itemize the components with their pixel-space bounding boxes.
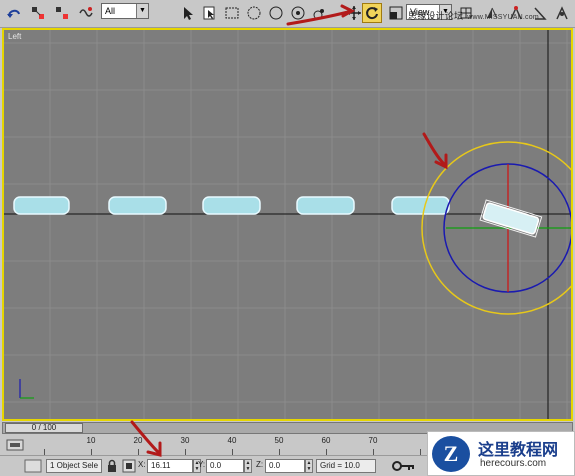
capsule-object	[108, 196, 167, 215]
capsule-object	[13, 196, 70, 215]
unlink-icon[interactable]	[52, 3, 72, 23]
ruler-label: 70	[368, 436, 378, 445]
select-by-name-icon[interactable]	[200, 3, 220, 23]
ruler-label: 40	[227, 436, 237, 445]
circle-region-icon[interactable]	[244, 3, 264, 23]
select-link-icon[interactable]	[28, 3, 48, 23]
capsule-object	[391, 196, 450, 215]
frame-ruler[interactable]: 10 20 30 40 50 60 70	[44, 435, 424, 455]
time-slider-thumb[interactable]: 0 / 100	[5, 423, 83, 433]
undo-icon[interactable]	[4, 3, 24, 23]
site-title: 这里教程网	[478, 442, 559, 459]
selection-filter-dropdown[interactable]: All ▼	[101, 3, 149, 19]
watermark-site: www.MISSYUAN.com	[467, 14, 539, 21]
site-url: herecours.com	[480, 458, 547, 469]
watermark-text: 思缘设计论坛	[408, 11, 464, 21]
grid-status: Grid = 10.0	[316, 459, 376, 473]
bind-space-warp-icon[interactable]	[76, 3, 96, 23]
z-spinner[interactable]: ▲ ▼	[305, 459, 313, 473]
y-coordinate-field[interactable]: 0.0	[206, 459, 244, 473]
frame-display: 0 / 100	[31, 423, 57, 432]
watermark: 思缘设计论坛 www.MISSYUAN.com	[408, 9, 539, 22]
capsule-objects	[13, 196, 450, 215]
y-spinner[interactable]: ▲ ▼	[244, 459, 252, 473]
selection-filter-value: All	[105, 6, 116, 16]
selection-status: 1 Object Sele	[46, 459, 102, 473]
key-icon[interactable]	[392, 459, 416, 473]
select-object-icon[interactable]	[178, 3, 198, 23]
site-logo: Z 这里教程网 herecours.com	[427, 431, 575, 476]
main-toolbar: All ▼ View ▼ 思缘设计论坛 www.MISSYUAN.com	[0, 0, 575, 28]
logo-mark: Z	[432, 436, 470, 472]
viewport-label[interactable]: Left	[8, 32, 21, 41]
percent-snap-icon[interactable]	[552, 3, 572, 23]
annotation-arrow-bottom	[130, 420, 162, 457]
left-viewport[interactable]: Left	[2, 28, 573, 421]
maxscript-icon[interactable]	[24, 459, 42, 473]
lock-icon[interactable]	[105, 459, 119, 473]
annotation-arrow-right	[422, 132, 446, 166]
scale-icon[interactable]	[386, 3, 406, 23]
axis-tripod-icon	[19, 379, 34, 399]
annotation-arrow-top	[286, 4, 356, 26]
ruler-label: 50	[274, 436, 284, 445]
rect-region-icon[interactable]	[222, 3, 242, 23]
ruler-label: 10	[86, 436, 96, 445]
capsule-object	[202, 196, 261, 215]
y-label: Y:	[198, 460, 206, 469]
ruler-label: 30	[180, 436, 190, 445]
key-filter-icon[interactable]	[6, 438, 24, 452]
chevron-down-icon: ▼	[136, 4, 148, 18]
z-coordinate-field[interactable]: 0.0	[265, 459, 305, 473]
capsule-object	[296, 196, 355, 215]
viewport-grid	[4, 30, 571, 419]
rotate-icon[interactable]	[362, 3, 382, 23]
z-label: Z:	[256, 460, 264, 469]
ruler-label: 60	[321, 436, 331, 445]
